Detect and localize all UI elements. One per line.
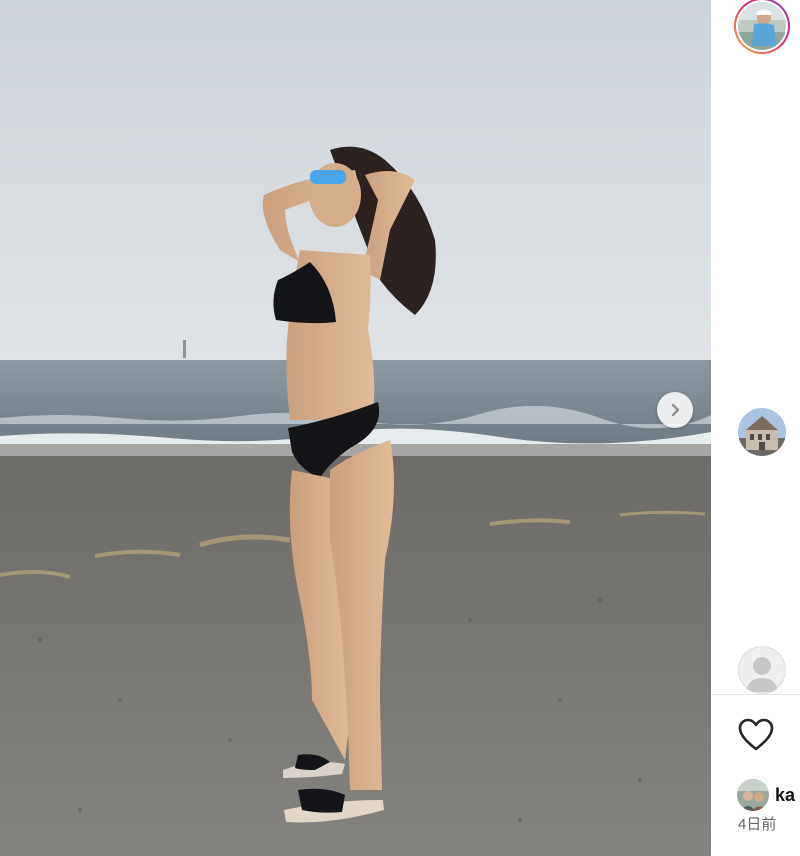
post-photo[interactable]: [0, 0, 711, 856]
commenter-username[interactable]: ka: [775, 784, 795, 806]
default-avatar[interactable]: [738, 646, 786, 694]
suggested-account-avatar[interactable]: [738, 408, 786, 456]
heart-icon: [738, 718, 774, 751]
chevron-right-icon: [671, 403, 680, 417]
post-timestamp[interactable]: 4日前: [738, 815, 776, 835]
commenter-avatar[interactable]: [737, 779, 769, 811]
author-avatar[interactable]: [732, 0, 792, 57]
user-icon: [746, 657, 778, 692]
like-button[interactable]: [737, 717, 775, 753]
next-photo-button[interactable]: [657, 392, 693, 428]
beach-photo: [0, 0, 711, 856]
divider: [711, 694, 800, 695]
